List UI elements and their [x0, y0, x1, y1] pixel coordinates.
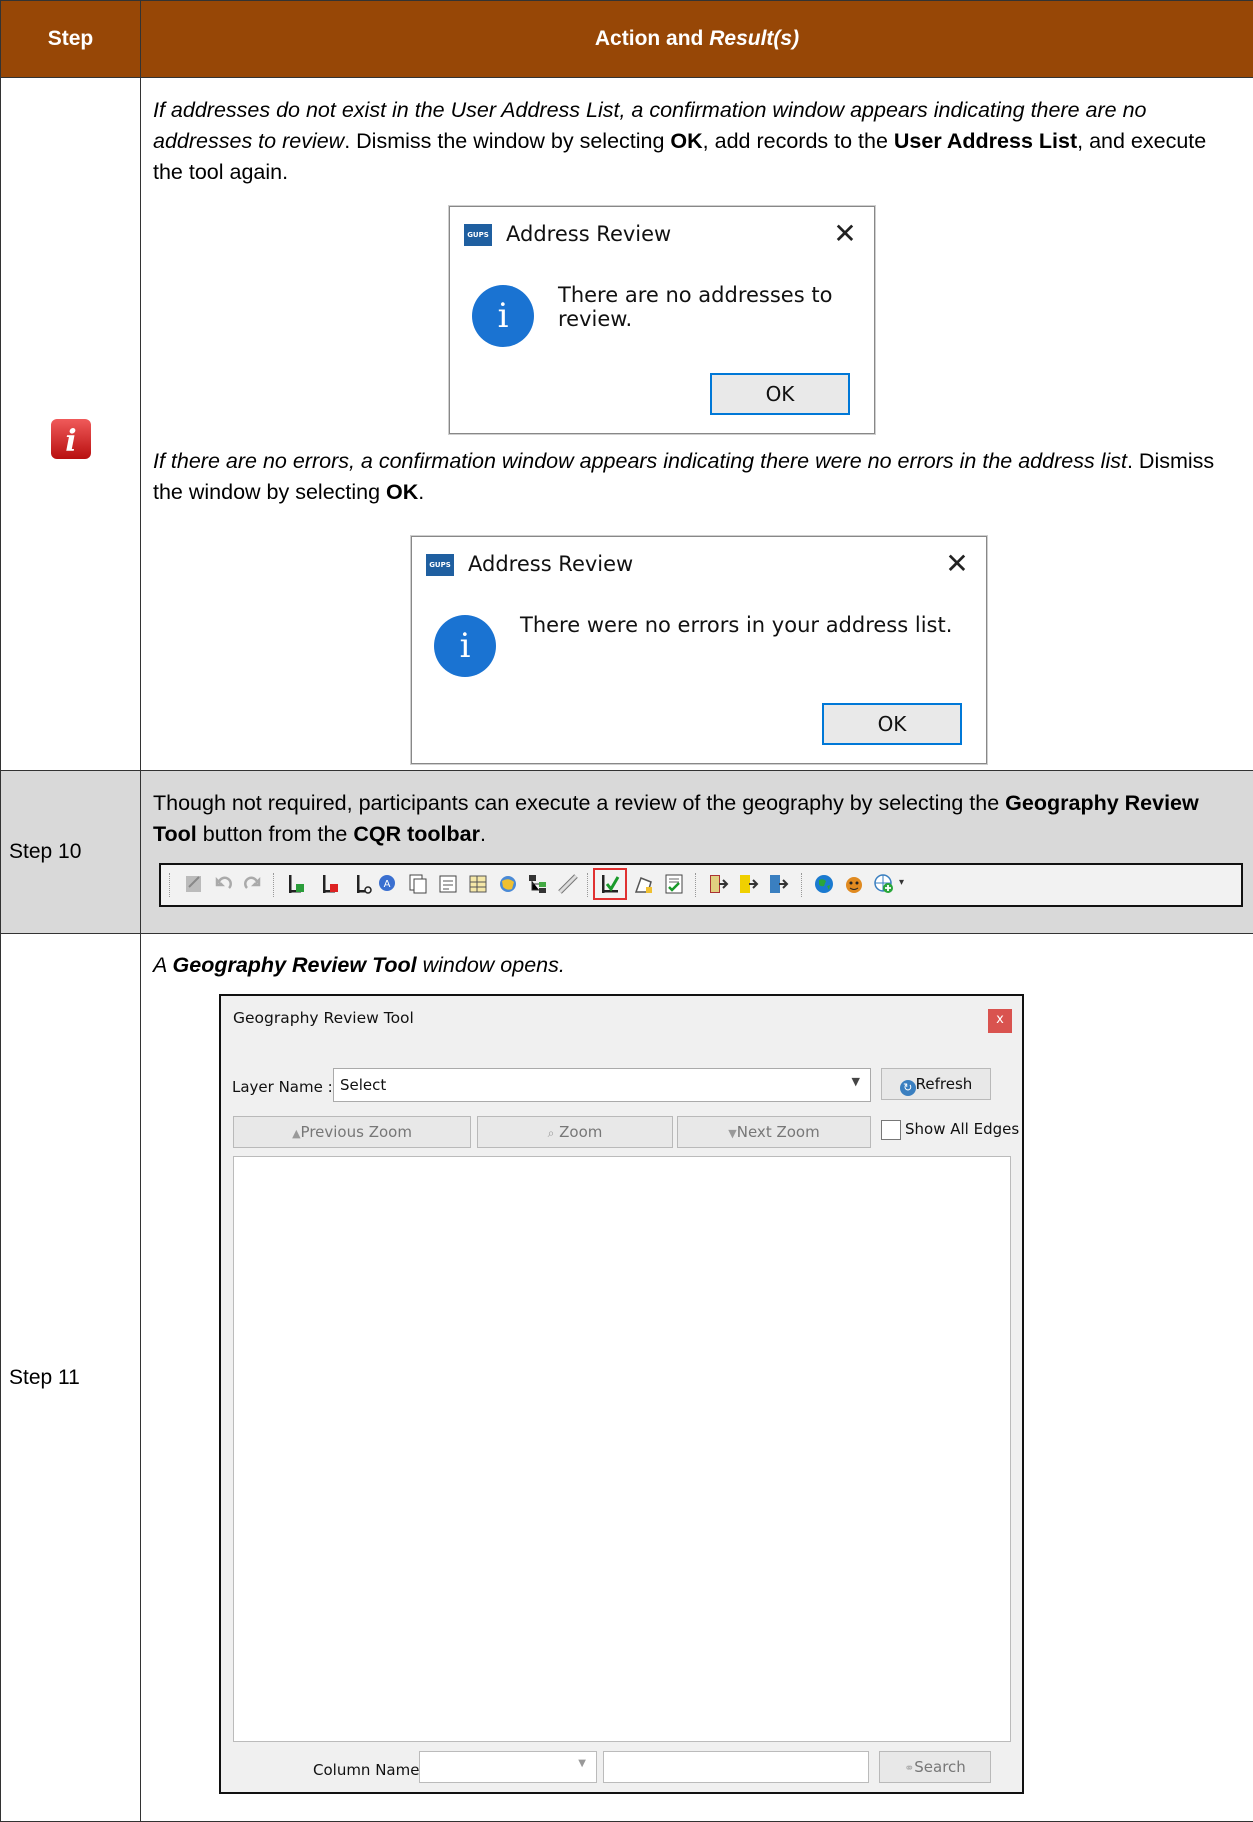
column-name-select[interactable]: ▼: [419, 1751, 597, 1783]
binoculars-icon: ⚭: [904, 1761, 914, 1775]
ok-button[interactable]: OK: [822, 703, 962, 745]
gups-logo: GUPS: [464, 224, 492, 246]
layer-name-select[interactable]: Select ▼: [333, 1068, 871, 1102]
dialog-title: Address Review: [506, 222, 671, 246]
header-step: Step: [1, 1, 141, 78]
dialog-body: i There were no errors in your address l…: [412, 593, 986, 763]
dialog-message: There are no addresses to review.: [558, 283, 874, 331]
toolbar-separator: [801, 873, 804, 897]
info-icon-cell: i: [1, 78, 141, 771]
split-line-icon[interactable]: [353, 873, 375, 895]
window-title: Geography Review Tool: [233, 1009, 414, 1027]
step-11-content: A Geography Review Tool window opens. Ge…: [141, 934, 1253, 1822]
dropdown-arrow-icon[interactable]: ▾: [899, 877, 904, 888]
search-input[interactable]: [603, 1751, 869, 1783]
export-icon[interactable]: [707, 873, 729, 895]
procedure-table: Step Action and Result(s) i If addresses…: [0, 0, 1253, 1822]
polygon-review-icon[interactable]: [633, 873, 655, 895]
add-web-service-icon[interactable]: [873, 873, 895, 895]
step-10-text: Though not required, participants can ex…: [153, 788, 1239, 850]
step-10-content: Though not required, participants can ex…: [141, 771, 1253, 934]
next-zoom-button[interactable]: ▼Next Zoom: [677, 1116, 871, 1148]
step-11-caption: A Geography Review Tool window opens.: [153, 950, 1239, 981]
cqr-toolbar: A ▾: [159, 863, 1243, 907]
show-all-edges-label: Show All Edges: [905, 1120, 1019, 1138]
address-review-dialog-1: GUPS Address Review ✕ i There are no add…: [449, 206, 875, 434]
ok-button[interactable]: OK: [710, 373, 850, 415]
svg-text:i: i: [65, 424, 76, 459]
show-all-edges-checkbox[interactable]: [881, 1120, 901, 1140]
triangle-down-icon: ▼: [728, 1127, 736, 1140]
dialog-titlebar: GUPS Address Review ✕: [412, 537, 986, 593]
chevron-down-icon: ▼: [578, 1758, 586, 1769]
svg-text:A: A: [384, 879, 391, 890]
step-10-label: Step 10: [1, 771, 141, 934]
info-icon: i: [47, 415, 95, 463]
toolbar-handle[interactable]: [169, 873, 172, 897]
header-action: Action and Result(s): [141, 1, 1253, 78]
information-icon: i: [434, 615, 496, 677]
layer-name-label: Layer Name :: [232, 1078, 333, 1096]
close-icon[interactable]: ✕: [942, 547, 972, 580]
geography-icon[interactable]: [497, 873, 519, 895]
validate-icon[interactable]: [663, 873, 685, 895]
dialog-title: Address Review: [468, 552, 633, 576]
export-blue-icon[interactable]: [767, 873, 789, 895]
info-paragraph-1: If addresses do not exist in the User Ad…: [153, 95, 1239, 188]
redo-icon[interactable]: [241, 873, 263, 895]
layer-name-value: Select: [340, 1076, 386, 1094]
globe-icon[interactable]: [813, 873, 835, 895]
close-icon[interactable]: ✕: [830, 217, 860, 250]
results-list[interactable]: [233, 1156, 1011, 1742]
add-line-icon[interactable]: [285, 873, 307, 895]
toolbar-separator: [273, 873, 276, 897]
hierarchy-icon[interactable]: [527, 873, 549, 895]
refresh-button[interactable]: ↻Refresh: [881, 1068, 991, 1100]
measure-icon[interactable]: [557, 873, 579, 895]
info-content: If addresses do not exist in the User Ad…: [141, 78, 1253, 771]
tiger-icon[interactable]: [843, 873, 865, 895]
delete-line-icon[interactable]: [319, 873, 341, 895]
edit-icon[interactable]: [183, 873, 205, 895]
dialog-titlebar: GUPS Address Review ✕: [450, 207, 874, 263]
zoom-button[interactable]: ⌕ Zoom: [477, 1116, 673, 1148]
form-icon[interactable]: [437, 873, 459, 895]
toolbar-separator: [695, 873, 698, 897]
column-name-label: Column Name :: [313, 1761, 429, 1779]
dialog-message: There were no errors in your address lis…: [520, 613, 952, 637]
information-icon: i: [472, 285, 534, 347]
geography-review-tool-button[interactable]: [599, 873, 621, 895]
address-review-dialog-2: GUPS Address Review ✕ i There were no er…: [411, 536, 987, 764]
magnifier-icon: ⌕: [548, 1126, 555, 1140]
toolbar-separator: [587, 873, 590, 897]
dialog-body: i There are no addresses to review. OK: [450, 263, 874, 433]
undo-icon[interactable]: [213, 873, 235, 895]
address-icon[interactable]: A: [377, 873, 399, 895]
copy-attributes-icon[interactable]: [407, 873, 429, 895]
chevron-down-icon: ▼: [852, 1075, 860, 1088]
gups-logo: GUPS: [426, 554, 454, 576]
geography-review-tool-window: Geography Review Tool x Layer Name : Sel…: [219, 994, 1024, 1794]
close-button[interactable]: x: [988, 1009, 1012, 1033]
info-paragraph-2: If there are no errors, a confirmation w…: [153, 446, 1239, 508]
table-edit-icon[interactable]: [467, 873, 489, 895]
previous-zoom-button[interactable]: ▲Previous Zoom: [233, 1116, 471, 1148]
step-11-label: Step 11: [1, 934, 141, 1822]
refresh-icon: ↻: [900, 1080, 916, 1096]
triangle-up-icon: ▲: [292, 1127, 300, 1140]
search-button[interactable]: ⚭Search: [879, 1751, 991, 1783]
export-yellow-icon[interactable]: [737, 873, 759, 895]
